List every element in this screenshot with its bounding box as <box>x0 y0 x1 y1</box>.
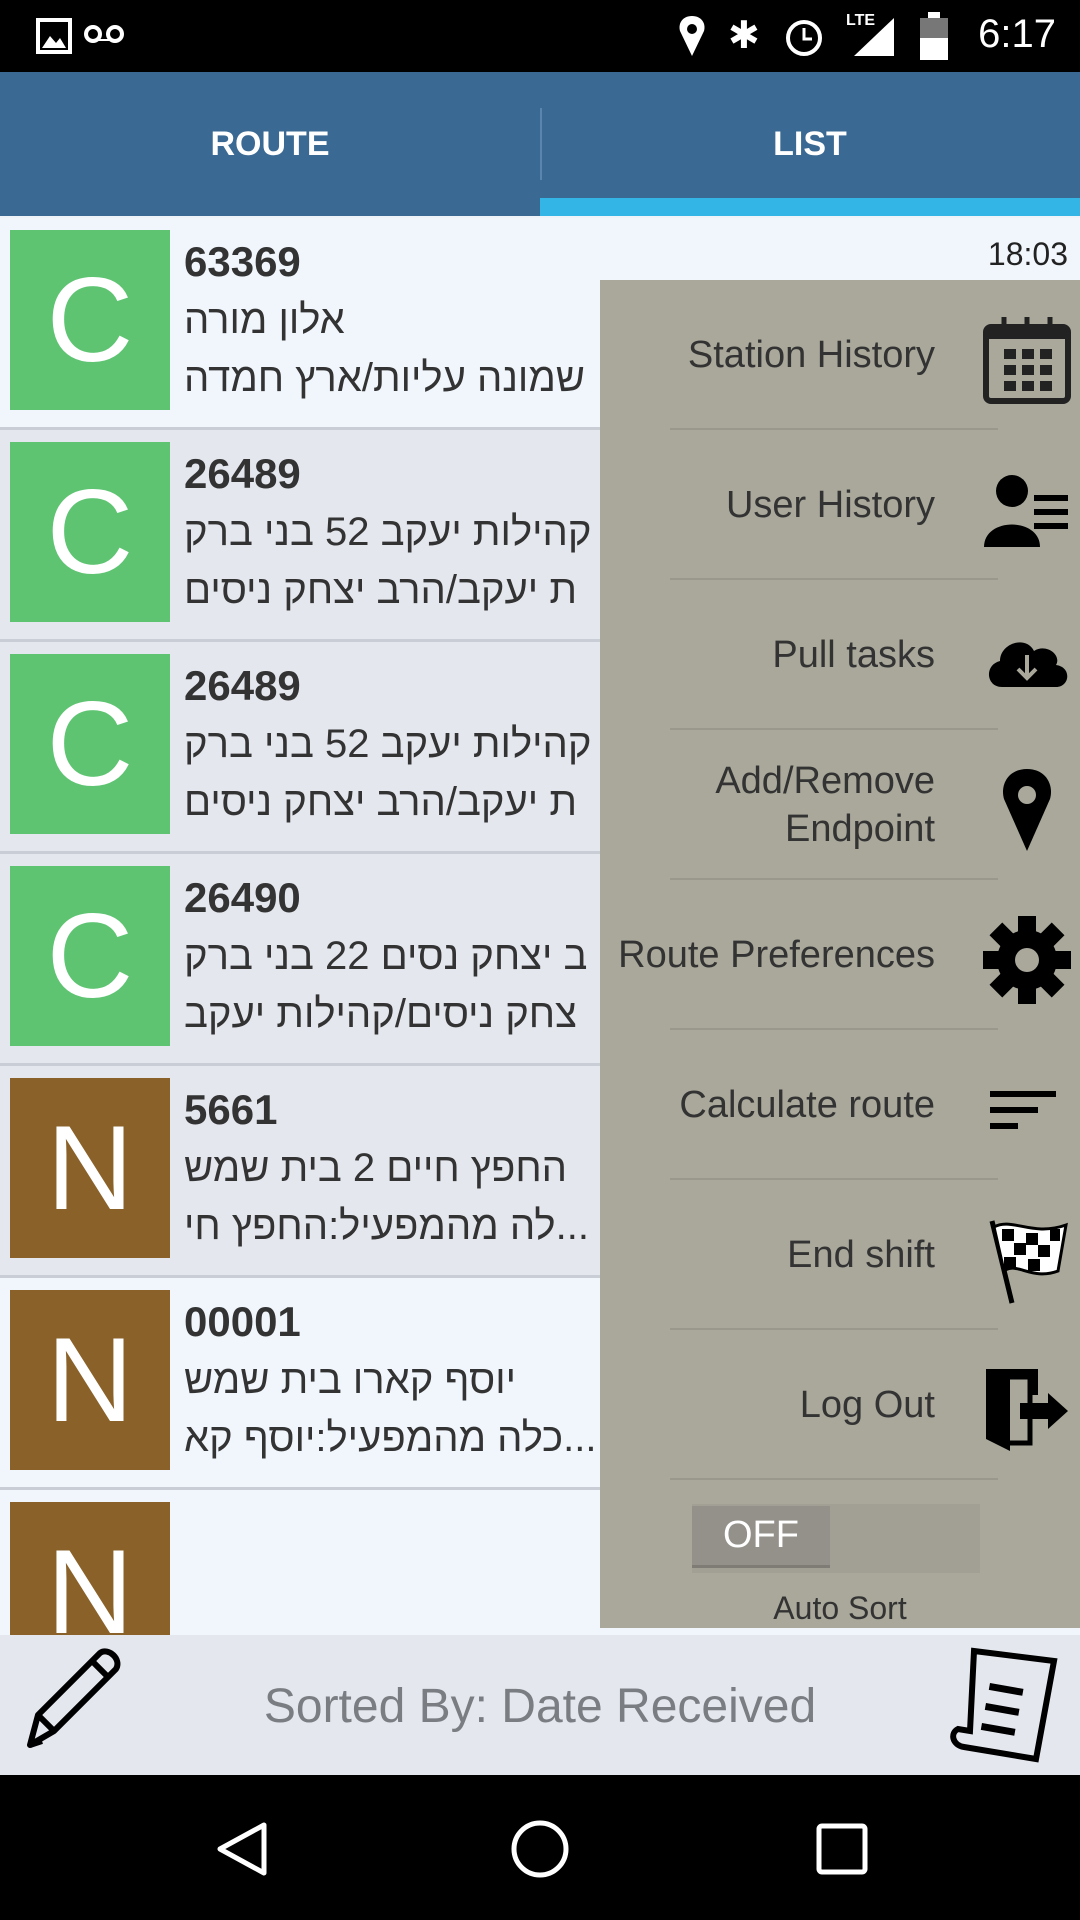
menu-item-calculate-route[interactable]: Calculate route <box>600 1030 1080 1180</box>
menu-divider <box>670 1478 998 1480</box>
task-address: ב יצחק נסים 22 בני ברק <box>184 934 588 978</box>
task-details: צחק ניסים/קהילות יעקב <box>184 992 577 1036</box>
task-address: קהילות יעקב 52 בני ברק <box>184 510 592 554</box>
alarm-icon <box>786 20 822 56</box>
task-number: 63369 <box>184 238 301 285</box>
status-badge: C <box>10 442 170 622</box>
bottom-bar: Sorted By: Date Received <box>0 1635 1080 1775</box>
voicemail-icon <box>84 25 124 43</box>
task-address: החפץ חיים 2 בית שמש <box>184 1146 568 1190</box>
signal-icon <box>854 18 894 56</box>
battery-icon <box>920 12 948 60</box>
exit-door-icon <box>982 1365 1072 1455</box>
menu-item-label: Calculate route <box>679 1084 935 1126</box>
home-icon[interactable] <box>510 1819 570 1879</box>
task-sheet-icon[interactable] <box>944 1641 1064 1765</box>
task-details: שמונה עליות/ארץ חמדה <box>184 356 585 400</box>
clock: 6:17 <box>978 12 1056 56</box>
menu-item-user-history[interactable]: User History <box>600 430 1080 580</box>
menu-item-label: Add/Remove Endpoint <box>715 760 935 850</box>
task-address: יוסף קארו בית שמש <box>184 1358 516 1402</box>
status-badge: C <box>10 230 170 410</box>
menu-item-label: Pull tasks <box>772 634 935 676</box>
menu-item-route-preferences[interactable]: Route Preferences <box>600 880 1080 1030</box>
tab-route[interactable]: ROUTE <box>0 72 540 216</box>
task-number: 26489 <box>184 662 301 709</box>
menu-item-log-out[interactable]: Log Out <box>600 1330 1080 1480</box>
checkered-flag-icon <box>982 1215 1072 1305</box>
status-badge: C <box>10 654 170 834</box>
task-address: קהילות יעקב 52 בני ברק <box>184 722 592 766</box>
bluetooth-icon: ✱ <box>728 15 760 57</box>
gear-icon <box>982 915 1072 1005</box>
navigation-bar <box>0 1775 1080 1920</box>
options-menu: OFF Auto Sort Station History User Histor… <box>600 280 1080 1628</box>
cloud-download-icon <box>982 615 1072 705</box>
menu-item-pull-tasks[interactable]: Pull tasks <box>600 580 1080 730</box>
menu-item-end-shift[interactable]: End shift <box>600 1180 1080 1330</box>
task-details: ת יעקב/הרב יצחק ניסים <box>184 568 577 612</box>
menu-item-label: Route Preferences <box>618 934 935 976</box>
task-number: 26490 <box>184 874 301 921</box>
location-icon <box>679 16 705 56</box>
auto-sort-label: Auto Sort <box>773 1590 907 1626</box>
task-details: כלה מהמפעיל:יוסף קא... <box>184 1416 597 1460</box>
task-details: ת יעקב/הרב יצחק ניסים <box>184 780 577 824</box>
menu-item-station-history[interactable]: Station History <box>600 280 1080 430</box>
task-details: החפץ חיים 2 בית שמש <box>184 1628 567 1635</box>
tab-bar: ROUTE LIST <box>0 72 1080 216</box>
task-number: 5661 <box>184 1086 278 1133</box>
tab-divider <box>540 108 542 180</box>
status-bar: ✱ LTE 6:17 <box>0 0 1080 72</box>
auto-sort-toggle[interactable]: OFF <box>692 1504 980 1573</box>
task-details: לה מהמפעיל:החפץ חי... <box>184 1204 589 1248</box>
image-icon <box>36 18 72 54</box>
user-list-icon <box>982 465 1072 555</box>
status-badge: N <box>10 1078 170 1258</box>
menu-item-label: Log Out <box>799 1384 935 1426</box>
menu-item-label: Station History <box>687 334 935 376</box>
task-number: 00001 <box>184 1298 301 1345</box>
task-time: 18:03 <box>987 236 1068 272</box>
calendar-icon <box>982 315 1072 405</box>
status-badge: N <box>10 1502 170 1635</box>
location-pin-icon <box>982 765 1072 855</box>
menu-item-add-remove-endpoint[interactable]: Add/Remove Endpoint <box>600 730 1080 880</box>
recents-icon[interactable] <box>816 1823 868 1875</box>
task-address: אלון מורה <box>184 298 345 342</box>
menu-item-label: End shift <box>787 1234 935 1276</box>
menu-item-label: User History <box>725 484 935 526</box>
toggle-state: OFF <box>692 1506 830 1568</box>
sort-lines-icon <box>982 1065 1072 1155</box>
task-number: 26489 <box>184 450 301 497</box>
sorted-by-label: Sorted By: Date Received <box>263 1680 817 1733</box>
back-icon[interactable] <box>214 1821 268 1877</box>
tab-list[interactable]: LIST <box>540 72 1080 216</box>
status-badge: C <box>10 866 170 1046</box>
status-badge: N <box>10 1290 170 1470</box>
